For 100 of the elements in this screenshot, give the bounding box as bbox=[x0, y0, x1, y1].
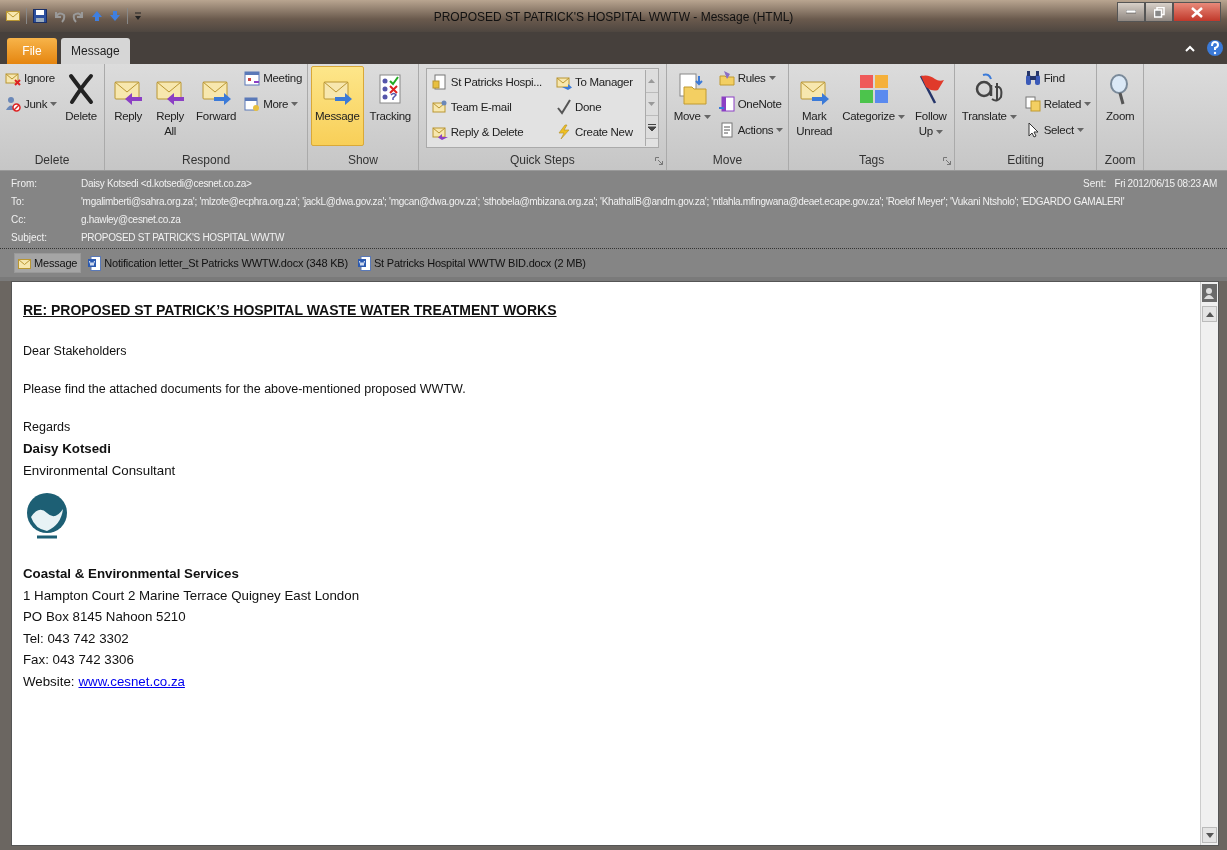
quick-step-item[interactable]: Reply & Delete bbox=[429, 120, 550, 143]
ribbon-button[interactable]: Meeting bbox=[242, 66, 304, 90]
header-value: Fri 2012/06/15 08:23 AM bbox=[1114, 178, 1217, 189]
company-name: Coastal & Environmental Services bbox=[23, 565, 239, 583]
folder-icon bbox=[676, 73, 709, 105]
website-link[interactable]: www.cesnet.co.za bbox=[78, 670, 185, 692]
word-document-icon bbox=[357, 255, 371, 271]
signature-name: Daisy Kotsedi bbox=[23, 440, 111, 458]
redo-icon[interactable] bbox=[72, 9, 85, 23]
ribbon-button[interactable]: Related bbox=[1022, 92, 1094, 116]
window-title: PROPOSED ST PATRICK'S HOSPITAL WWTW - Message (HTML) bbox=[433, 10, 794, 24]
header-value: Daisy Kotsedi <d.kotsedi@cesnet.co.za> bbox=[81, 178, 252, 189]
header-label: Cc: bbox=[11, 214, 27, 225]
person-icon bbox=[5, 96, 21, 112]
save-icon[interactable] bbox=[33, 9, 47, 23]
word-document-icon bbox=[88, 255, 102, 271]
notebook-icon bbox=[718, 96, 735, 112]
attachment-tab[interactable]: St Patricks Hospital WWTW BID.docx (2 MB) bbox=[354, 253, 589, 273]
ribbon-button[interactable]: Mark Unread bbox=[792, 66, 837, 146]
gallery-more-button[interactable] bbox=[645, 116, 658, 139]
scrollbar[interactable] bbox=[1200, 282, 1218, 845]
signature-line: PO Box 8145 Nahoon 5210 bbox=[23, 608, 186, 626]
dialog-launcher-icon[interactable] bbox=[654, 157, 663, 165]
ribbon-button[interactable]: Rules bbox=[716, 66, 786, 90]
check-icon bbox=[556, 98, 572, 115]
ribbon-button[interactable]: Zoom bbox=[1100, 66, 1141, 146]
header-label: Sent: bbox=[1083, 178, 1107, 189]
more-icon bbox=[647, 123, 656, 131]
signature-line: 1 Hampton Court 2 Marine Terrace Quigney East London bbox=[23, 586, 360, 605]
down-arrow-icon bbox=[648, 102, 656, 106]
ribbon-button[interactable]: Actions bbox=[716, 118, 786, 142]
ribbon-button[interactable]: Delete bbox=[61, 66, 102, 146]
ribbon-button[interactable]: More bbox=[242, 92, 304, 116]
quick-step-item[interactable]: St Patricks Hospi... bbox=[429, 70, 550, 93]
signature-line: Fax: 043 742 3306 bbox=[23, 651, 134, 669]
scroll-up-button[interactable] bbox=[1202, 306, 1217, 322]
scroll-down-button[interactable] bbox=[1202, 827, 1217, 843]
signature-role: Environmental Consultant bbox=[23, 461, 176, 480]
minimize-button[interactable] bbox=[1117, 2, 1145, 22]
envelope-icon[interactable] bbox=[6, 10, 20, 22]
undo-icon[interactable] bbox=[53, 9, 66, 23]
customize-caret-icon[interactable] bbox=[134, 11, 142, 21]
envelope-icon bbox=[5, 70, 21, 86]
documents-icon bbox=[1024, 96, 1041, 112]
ribbon-tab[interactable]: Message bbox=[61, 38, 130, 64]
ribbon-button[interactable]: Message bbox=[311, 66, 364, 146]
group-label: Show bbox=[347, 153, 378, 167]
ribbon-button[interactable]: Reply bbox=[108, 66, 149, 146]
header-label: Subject: bbox=[11, 232, 49, 243]
attachment-tab[interactable]: Notification letter_St Patricks WWTW.docx (348 KB) bbox=[85, 253, 351, 273]
group-label: Respond bbox=[182, 153, 231, 167]
ribbon-button[interactable]: Move bbox=[669, 66, 715, 146]
message-paragraph: Dear Stakeholders bbox=[23, 344, 127, 358]
ribbon-button[interactable]: Junk bbox=[3, 92, 60, 116]
up-arrow-icon bbox=[1205, 311, 1214, 317]
quick-step-item[interactable]: To Manager bbox=[554, 70, 641, 93]
collapse-ribbon-icon[interactable] bbox=[1185, 44, 1195, 52]
restore-icon bbox=[1153, 6, 1165, 18]
minimize-icon bbox=[1126, 10, 1136, 14]
ribbon-button[interactable]: Forward bbox=[192, 66, 241, 146]
header-value: PROPOSED ST PATRICK'S HOSPITAL WWTW bbox=[81, 232, 285, 243]
people-pane-icon[interactable] bbox=[1202, 284, 1217, 302]
restore-button[interactable] bbox=[1145, 2, 1173, 22]
closing-text: Regards bbox=[23, 420, 71, 434]
message-heading: RE: PROPOSED ST PATRICK’S HOSPITAL WASTE WATER TREATMENT WORKS bbox=[23, 302, 557, 318]
group-label: Quick Steps bbox=[509, 153, 575, 167]
document-icon bbox=[431, 73, 448, 90]
message-paragraph: Please find the attached documents for the above-mentioned proposed WWTW. bbox=[23, 382, 466, 396]
header-value: g.hawley@cesnet.co.za bbox=[81, 214, 181, 225]
quick-step-item[interactable]: Done bbox=[554, 95, 641, 118]
signature-line: Tel: 043 742 3302 bbox=[23, 629, 129, 648]
folder-icon bbox=[718, 70, 735, 86]
up-arrow-icon bbox=[648, 79, 656, 83]
ribbon-button[interactable]: Tracking bbox=[365, 66, 415, 146]
ribbon-button[interactable]: Follow Up bbox=[910, 66, 951, 146]
group-label: Move bbox=[712, 153, 743, 167]
quick-step-item[interactable]: Create New bbox=[554, 120, 641, 143]
ribbon-button[interactable]: Categorize bbox=[838, 66, 909, 146]
close-button[interactable] bbox=[1173, 2, 1221, 22]
binoculars-icon bbox=[1024, 70, 1041, 86]
dialog-launcher-icon[interactable] bbox=[942, 157, 951, 165]
quick-step-item[interactable]: Team E-mail bbox=[429, 95, 550, 118]
calendar-icon bbox=[244, 96, 261, 112]
envelope-icon bbox=[18, 257, 31, 269]
calendar-icon bbox=[244, 70, 261, 86]
group-label: Delete bbox=[34, 153, 70, 167]
header-value: 'mgalimberti@sahra.org.za'; 'mlzote@ecphra.org.za'; 'jackL@dwa.gov.za'; 'mgcan@dwa.gov.za'; 'sthobela@mbizana.org.za'; 'KhathaliB@andm.gov.za'; 'ntlahla.mfingwana@deaet.ecape.gov.za'; 'Roelof Meyer'; 'Vukani Ntsholo'; 'EDGARDO GAMALERI' bbox=[81, 196, 1125, 207]
ribbon-button[interactable]: Select bbox=[1022, 118, 1094, 142]
ribbon-button[interactable]: Reply All bbox=[150, 66, 191, 146]
color-squares-icon bbox=[857, 73, 890, 105]
ribbon-button[interactable]: Translate bbox=[957, 66, 1021, 146]
ribbon-button[interactable]: Ignore bbox=[3, 66, 60, 90]
group-label: Zoom bbox=[1104, 153, 1136, 167]
down-arrow-icon bbox=[1205, 832, 1214, 838]
envelope-icon bbox=[431, 98, 448, 115]
ribbon-button[interactable]: OneNote bbox=[716, 92, 786, 116]
attachment-tab[interactable]: Message bbox=[14, 253, 82, 273]
help-icon[interactable] bbox=[1207, 39, 1223, 57]
ribbon-button[interactable]: Find bbox=[1022, 66, 1094, 90]
website-label: Website: bbox=[23, 672, 75, 691]
